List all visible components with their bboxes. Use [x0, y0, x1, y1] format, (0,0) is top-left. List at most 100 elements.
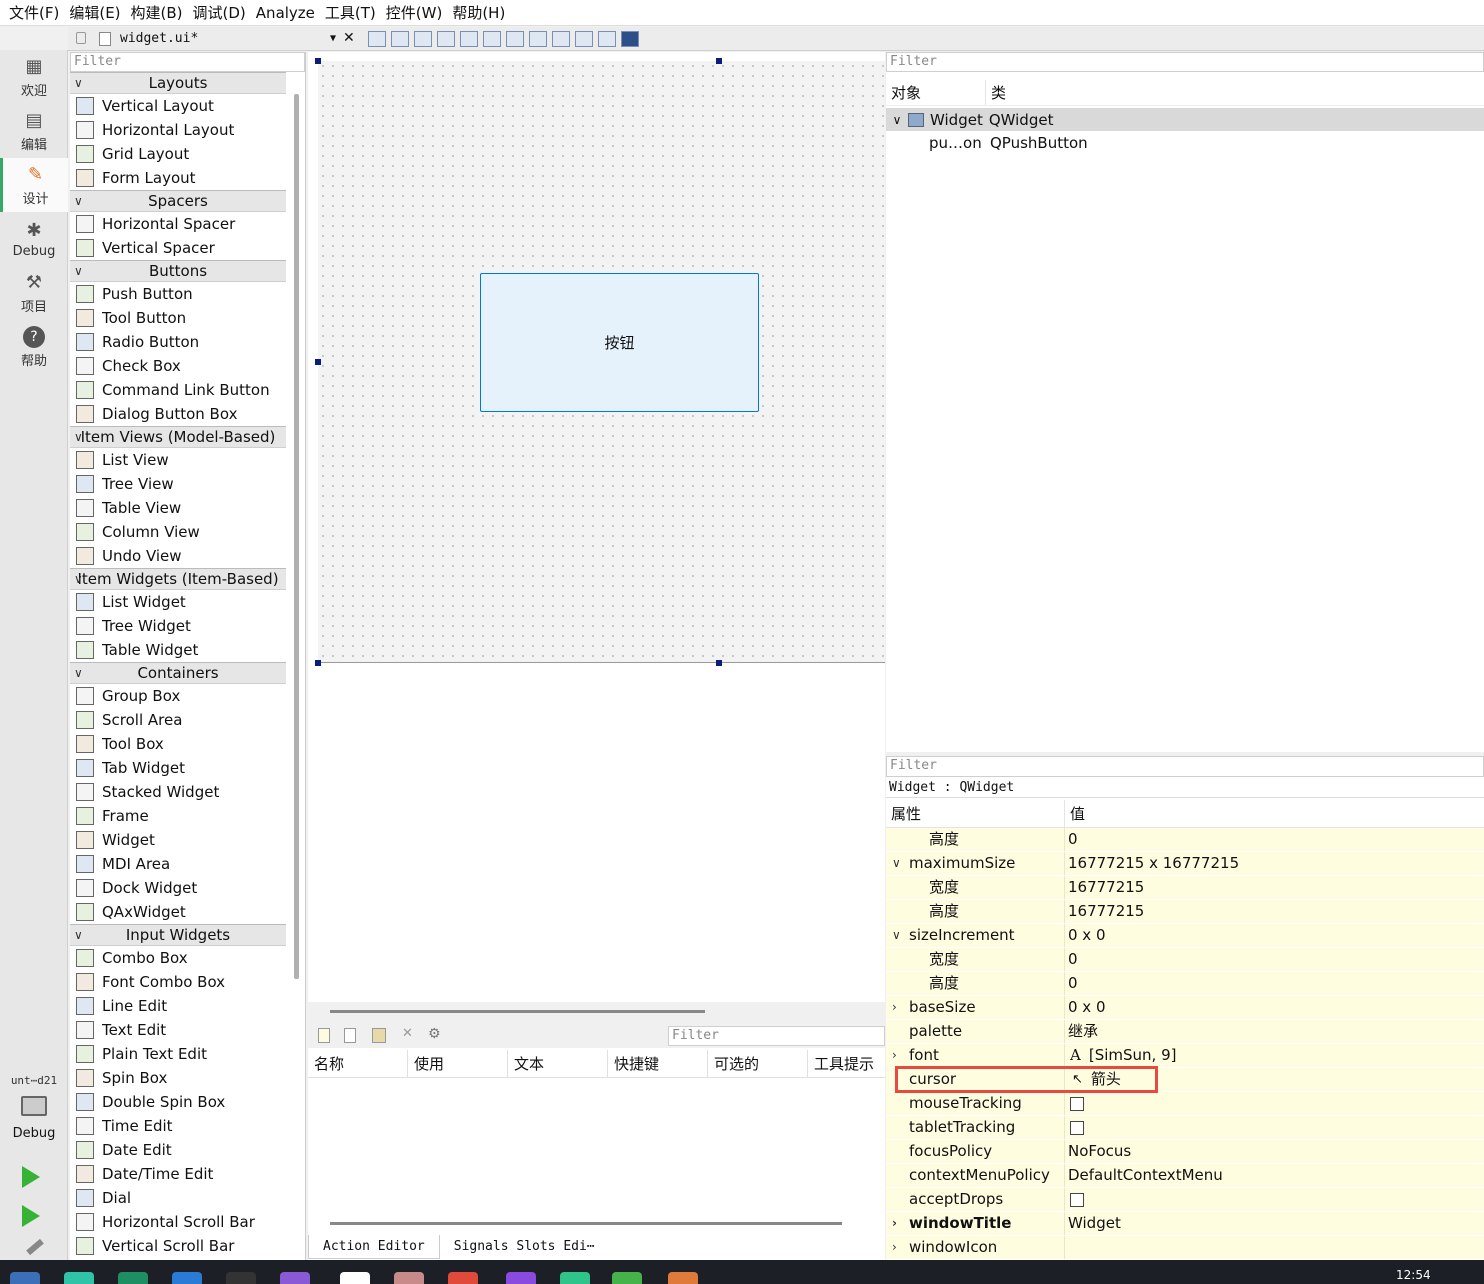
taskbar-app-icon[interactable]: [340, 1272, 370, 1284]
menu-edit[interactable]: 编辑(E): [64, 0, 125, 26]
property-value-cell[interactable]: 16777215: [1065, 900, 1484, 923]
widget-item[interactable]: Table Widget: [70, 638, 286, 662]
widget-item[interactable]: Command Link Button: [70, 378, 286, 402]
property-value-cell[interactable]: 0 x 0: [1065, 924, 1484, 947]
category-header[interactable]: ∨ Item Views (Model-Based): [70, 426, 286, 448]
taskbar-app-icon[interactable]: [448, 1272, 478, 1284]
resize-handle[interactable]: [315, 359, 321, 365]
action-scrollbar[interactable]: [330, 1222, 842, 1225]
taskbar-app-icon[interactable]: [668, 1272, 698, 1284]
column-header[interactable]: 工具提示: [808, 1050, 885, 1077]
widget-item[interactable]: Radio Button: [70, 330, 286, 354]
property-value-cell[interactable]: 0 x 0: [1065, 996, 1484, 1019]
taskbar-app-icon[interactable]: [560, 1272, 590, 1284]
widget-item[interactable]: Date/Time Edit: [70, 1162, 286, 1186]
property-checkbox[interactable]: [1070, 1096, 1084, 1111]
new-action-icon[interactable]: [318, 1028, 330, 1043]
chevron-down-icon[interactable]: ∨: [892, 924, 901, 947]
widget-item[interactable]: List View: [70, 448, 286, 472]
widget-item[interactable]: Combo Box: [70, 946, 286, 970]
category-header[interactable]: ∨ Item Widgets (Item-Based): [70, 568, 286, 590]
widget-item[interactable]: Frame: [70, 804, 286, 828]
widget-item[interactable]: Form Layout: [70, 166, 286, 190]
property-checkbox[interactable]: [1070, 1192, 1084, 1207]
property-value-cell[interactable]: [1065, 1092, 1484, 1115]
widget-item[interactable]: Dial: [70, 1186, 286, 1210]
widget-item[interactable]: Grid Layout: [70, 142, 286, 166]
widget-item[interactable]: Plain Text Edit: [70, 1042, 286, 1066]
column-header[interactable]: 名称: [308, 1050, 408, 1077]
configure-icon[interactable]: ⚙: [428, 1026, 441, 1042]
column-header[interactable]: 使用: [408, 1050, 508, 1077]
property-row[interactable]: › windowIcon: [886, 1236, 1484, 1260]
run-icon[interactable]: [22, 1166, 40, 1188]
action-filter[interactable]: Filter: [668, 1026, 885, 1046]
edit-buddies-icon[interactable]: [414, 31, 432, 47]
edit-widgets-icon[interactable]: [368, 31, 386, 47]
widget-item[interactable]: Vertical Scroll Bar: [70, 1234, 286, 1258]
menu-build[interactable]: 构建(B): [126, 0, 188, 26]
edit-signals-icon[interactable]: [391, 31, 409, 47]
resize-handle[interactable]: [716, 660, 722, 666]
property-filter[interactable]: Filter: [886, 756, 1484, 777]
taskbar-app-icon[interactable]: [506, 1272, 536, 1284]
paste-action-icon[interactable]: [372, 1028, 386, 1043]
canvas-scrollbar[interactable]: [330, 1010, 705, 1013]
property-value-cell[interactable]: 0: [1065, 948, 1484, 971]
object-row-widget[interactable]: ∨ Widget QWidget: [886, 108, 1484, 131]
property-row[interactable]: palette 继承: [886, 1020, 1484, 1044]
column-header[interactable]: 文本: [508, 1050, 608, 1077]
widget-item[interactable]: QAxWidget: [70, 900, 286, 924]
widget-item[interactable]: Scroll Area: [70, 708, 286, 732]
mode-help[interactable]: ? 帮助: [0, 320, 68, 374]
property-row[interactable]: ∨ sizeIncrement 0 x 0: [886, 924, 1484, 948]
widget-item[interactable]: Undo View: [70, 544, 286, 568]
widget-item[interactable]: Time Edit: [70, 1114, 286, 1138]
property-value-cell[interactable]: NoFocus: [1065, 1140, 1484, 1163]
property-row[interactable]: › font A [SimSun, 9]: [886, 1044, 1484, 1068]
layout-hsplitter-icon[interactable]: [506, 31, 524, 47]
mode-edit[interactable]: ▤ 编辑: [0, 104, 68, 158]
widget-item[interactable]: Widget: [70, 828, 286, 852]
category-header[interactable]: ∨ Layouts: [70, 72, 286, 94]
property-row[interactable]: acceptDrops: [886, 1188, 1484, 1212]
widget-item[interactable]: Push Button: [70, 282, 286, 306]
widget-item[interactable]: Date Edit: [70, 1138, 286, 1162]
widget-item[interactable]: Vertical Layout: [70, 94, 286, 118]
widget-item[interactable]: Text Edit: [70, 1018, 286, 1042]
widget-item[interactable]: Horizontal Spacer: [70, 212, 286, 236]
menu-help[interactable]: 帮助(H): [447, 0, 510, 26]
property-row[interactable]: tabletTracking: [886, 1116, 1484, 1140]
category-header[interactable]: ∨ Input Widgets: [70, 924, 286, 946]
category-header[interactable]: ∨ Spacers: [70, 190, 286, 212]
chevron-right-icon[interactable]: ›: [892, 1212, 897, 1235]
copy-action-icon[interactable]: [344, 1028, 356, 1043]
taskbar-app-icon[interactable]: [394, 1272, 424, 1284]
column-header[interactable]: 快捷键: [608, 1050, 708, 1077]
property-row[interactable]: 宽度 16777215: [886, 876, 1484, 900]
resize-handle[interactable]: [315, 58, 321, 64]
resize-handle[interactable]: [315, 660, 321, 666]
menu-controls[interactable]: 控件(W): [381, 0, 448, 26]
layout-vsplitter-icon[interactable]: [529, 31, 547, 47]
column-header[interactable]: 可选的: [708, 1050, 808, 1077]
property-value-cell[interactable]: 16777215 x 16777215: [1065, 852, 1484, 875]
column-header[interactable]: 对象: [886, 80, 986, 105]
property-row[interactable]: focusPolicy NoFocus: [886, 1140, 1484, 1164]
chevron-down-icon[interactable]: ∨: [886, 113, 908, 127]
menu-tools[interactable]: 工具(T): [320, 0, 381, 26]
widget-item[interactable]: Tab Widget: [70, 756, 286, 780]
property-row[interactable]: 高度 0: [886, 828, 1484, 852]
taskbar-app-icon[interactable]: [10, 1272, 40, 1284]
adjust-size-icon[interactable]: [621, 31, 639, 47]
chevron-right-icon[interactable]: ›: [892, 1236, 897, 1259]
debug-run-icon[interactable]: [22, 1205, 40, 1227]
mode-debug[interactable]: ✱ Debug: [0, 212, 68, 266]
column-header[interactable]: 值: [1065, 800, 1085, 827]
property-value-cell[interactable]: A [SimSun, 9]: [1065, 1044, 1484, 1067]
layout-form-icon[interactable]: [575, 31, 593, 47]
chevron-right-icon[interactable]: ›: [892, 996, 897, 1019]
close-icon[interactable]: ✕: [343, 30, 355, 46]
widget-item[interactable]: Tool Box: [70, 732, 286, 756]
widget-item[interactable]: Tool Button: [70, 306, 286, 330]
